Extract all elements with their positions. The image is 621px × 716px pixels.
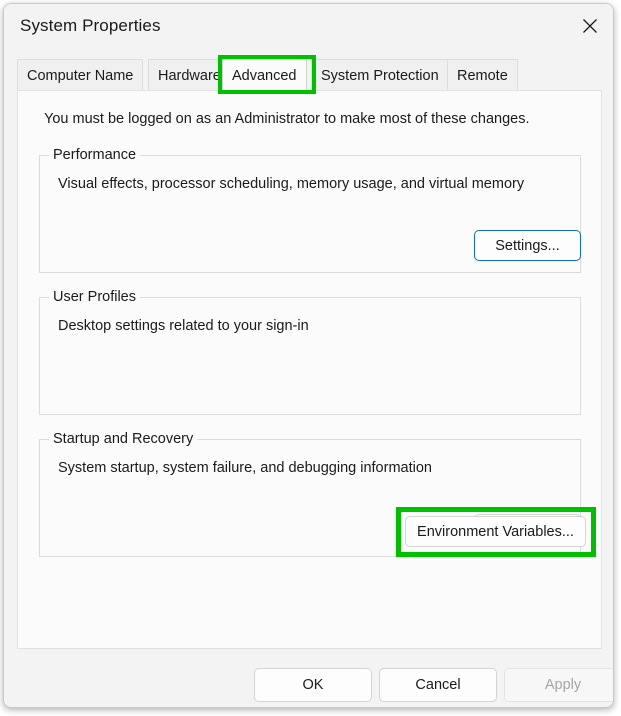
administrator-notice: You must be logged on as an Administrato… [44, 111, 530, 127]
tab-label: Hardware [158, 68, 221, 84]
group-startup-and-recovery-legend: Startup and Recovery [49, 431, 197, 447]
group-performance-legend: Performance [49, 147, 140, 163]
tab-advanced[interactable]: Advanced [222, 59, 307, 91]
group-user-profiles-legend: User Profiles [49, 289, 140, 305]
tab-hardware[interactable]: Hardware [148, 59, 231, 91]
system-properties-dialog: System Properties Computer Name Hardware… [3, 3, 614, 708]
tab-label: Advanced [232, 68, 297, 84]
advanced-tab-panel: You must be logged on as an Administrato… [17, 90, 602, 649]
group-performance: Performance Visual effects, processor sc… [39, 155, 581, 273]
cancel-button[interactable]: Cancel [379, 668, 497, 702]
environment-variables-button[interactable]: Environment Variables... [405, 516, 586, 547]
tab-strip: Computer Name Hardware Advanced System P… [17, 59, 602, 91]
tab-label: Computer Name [27, 68, 133, 84]
button-label: Apply [545, 677, 581, 693]
tab-label: System Protection [321, 68, 439, 84]
button-label: OK [303, 677, 324, 693]
tab-system-protection[interactable]: System Protection [311, 59, 449, 91]
close-icon [582, 18, 598, 34]
dialog-footer: OK Cancel Apply [4, 649, 613, 708]
group-user-profiles-description: Desktop settings related to your sign-in [58, 318, 309, 334]
title-bar: System Properties [4, 4, 613, 50]
ok-button[interactable]: OK [254, 668, 372, 702]
close-button[interactable] [567, 4, 613, 48]
tab-label: Remote [457, 68, 508, 84]
group-user-profiles: User Profiles Desktop settings related t… [39, 297, 581, 415]
performance-settings-button[interactable]: Settings... [474, 230, 581, 261]
group-performance-description: Visual effects, processor scheduling, me… [58, 176, 524, 192]
apply-button: Apply [504, 668, 614, 702]
group-startup-and-recovery-description: System startup, system failure, and debu… [58, 460, 432, 476]
button-label: Settings... [495, 238, 559, 254]
tab-computer-name[interactable]: Computer Name [17, 59, 143, 91]
button-label: Environment Variables... [417, 524, 574, 540]
button-label: Cancel [415, 677, 460, 693]
window-title: System Properties [20, 16, 161, 36]
tab-remote[interactable]: Remote [447, 59, 518, 91]
